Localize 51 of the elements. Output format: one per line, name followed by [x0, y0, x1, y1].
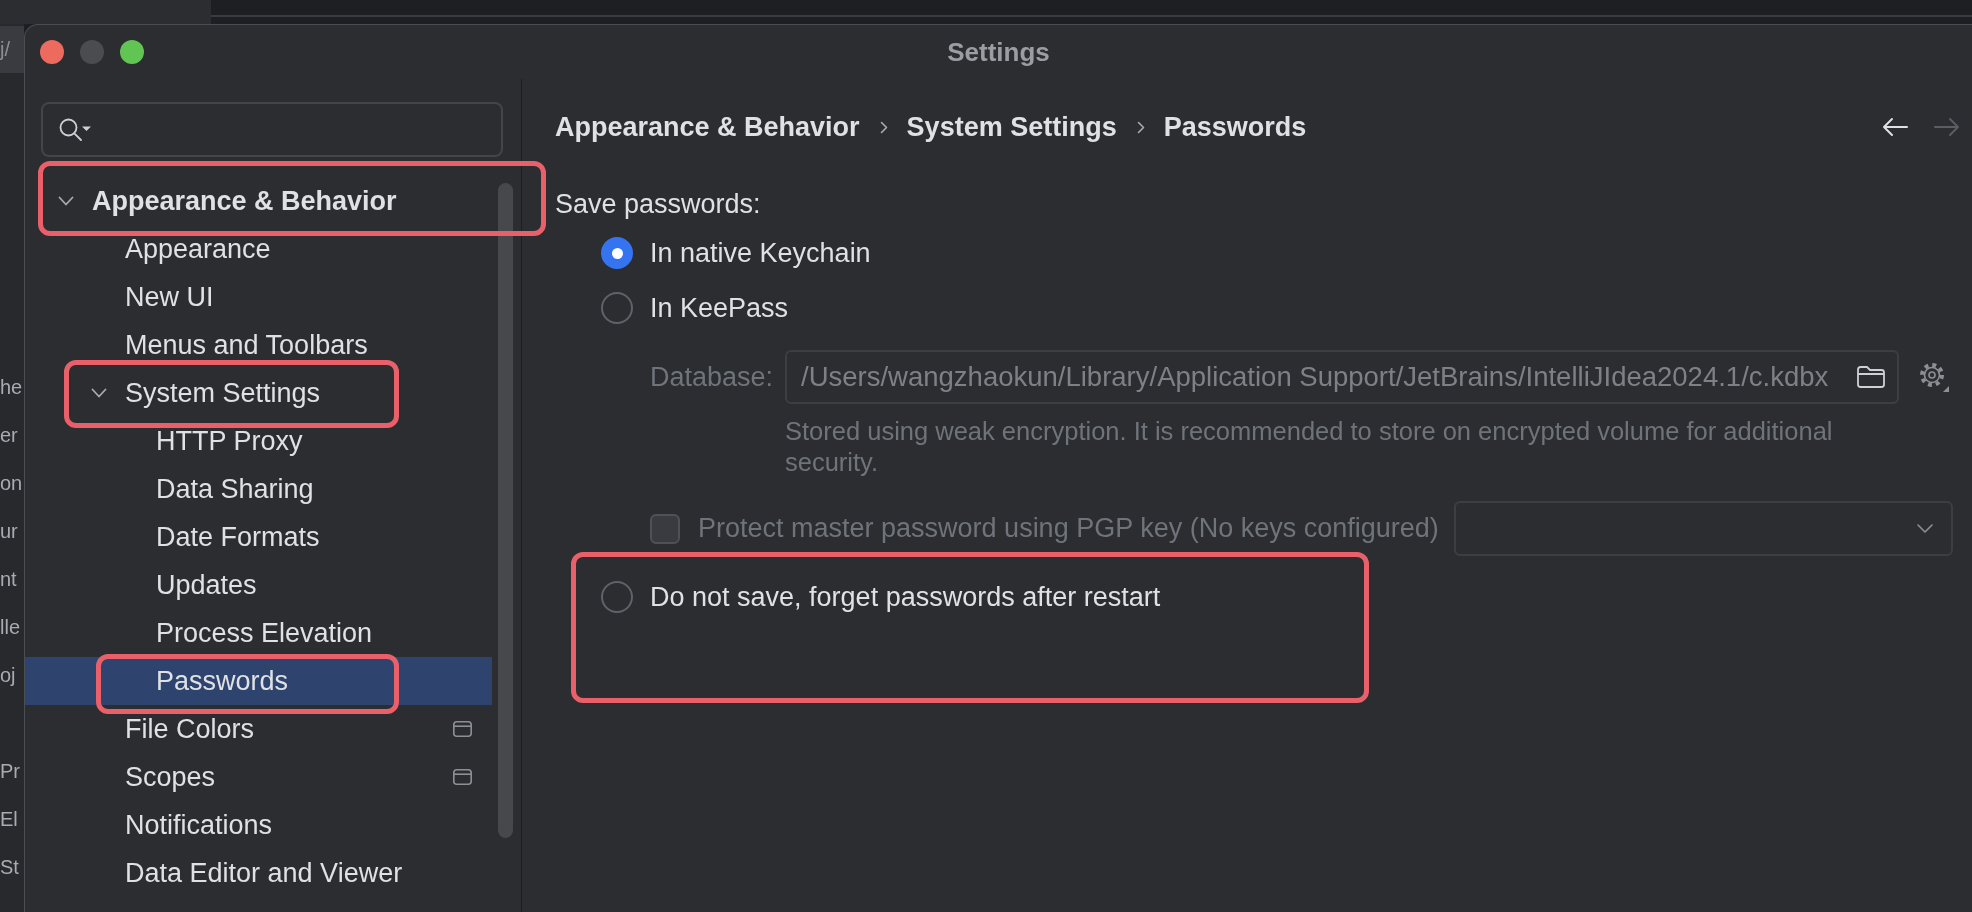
background-text: El: [0, 807, 18, 832]
background-text: oj: [0, 663, 16, 688]
background-text: nt: [0, 567, 17, 592]
background-text: Pr: [0, 759, 20, 784]
tree-item[interactable]: Scopes: [25, 753, 492, 801]
checkbox-label: Protect master password using PGP key (No keys configured): [698, 512, 1439, 546]
background-text: ur: [0, 519, 18, 544]
scrollbar[interactable]: [498, 183, 513, 838]
background-text: lle: [0, 615, 20, 640]
close-button[interactable]: [40, 40, 64, 64]
option-label: Do not save, forget passwords after restart: [650, 580, 1161, 614]
background-text: St: [0, 855, 19, 880]
tree-item[interactable]: Data Sharing: [25, 465, 492, 513]
breadcrumb-item: Passwords: [1163, 110, 1307, 144]
tree-item[interactable]: Data Editor and Viewer: [25, 849, 492, 897]
window-title: Settings: [947, 35, 1050, 69]
tree-item[interactable]: System Settings: [25, 369, 492, 417]
tree-item[interactable]: Passwords: [25, 657, 492, 705]
chevron-down-icon[interactable]: [58, 196, 74, 206]
tree-item[interactable]: Date Formats: [25, 513, 492, 561]
tree-item[interactable]: Menus and Toolbars: [25, 321, 492, 369]
hint-text: Stored using weak encryption. It is recommended to store on encrypted volume for additional security.: [785, 416, 1834, 478]
option-label: In native Keychain: [650, 236, 871, 270]
group-label: Save passwords:: [555, 189, 761, 219]
chevron-down-icon[interactable]: [91, 388, 107, 398]
radio-button[interactable]: [601, 237, 633, 269]
option-label: In KeePass: [650, 291, 789, 325]
chevron-right-icon: [1136, 120, 1145, 134]
radio-button[interactable]: [601, 581, 633, 613]
breadcrumb-item[interactable]: System Settings: [906, 106, 1117, 148]
arrow-left-icon[interactable]: [1882, 117, 1908, 137]
zoom-button[interactable]: [120, 40, 144, 64]
tree-item[interactable]: Updates: [25, 561, 492, 609]
search-icon: [59, 117, 91, 142]
gear-icon[interactable]: [1919, 362, 1949, 392]
field-label: Database:: [650, 361, 774, 392]
background-text: he: [0, 375, 23, 400]
background-text: on: [0, 471, 23, 496]
breadcrumb-item[interactable]: Appearance & Behavior: [555, 106, 860, 148]
chevron-right-icon: [879, 120, 888, 134]
tree-item[interactable]: File Colors: [25, 705, 492, 753]
search-field[interactable]: [41, 102, 503, 157]
tree-item[interactable]: Appearance & Behavior: [25, 177, 492, 225]
tree-item[interactable]: New UI: [25, 273, 492, 321]
radio-button[interactable]: [601, 292, 633, 324]
tree-item[interactable]: Appearance: [25, 225, 492, 273]
tree-item[interactable]: Notifications: [25, 801, 492, 849]
tree-item[interactable]: HTTP Proxy: [25, 417, 492, 465]
chevron-down-icon: [1916, 524, 1933, 533]
tree-item[interactable]: Process Elevation: [25, 609, 492, 657]
background-text: er: [0, 423, 18, 448]
